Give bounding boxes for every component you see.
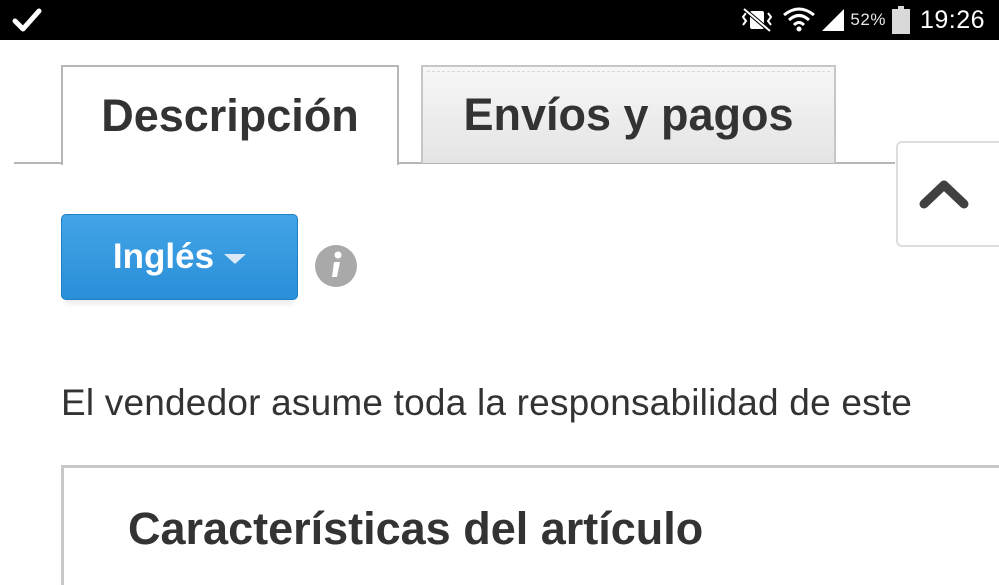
battery-icon bbox=[891, 6, 910, 34]
chevron-up-icon bbox=[919, 180, 969, 209]
seller-responsibility-text: El vendedor asume toda la responsabilida… bbox=[61, 382, 913, 423]
info-icon[interactable] bbox=[313, 243, 359, 289]
battery-percent: 52% bbox=[850, 10, 886, 29]
clock: 19:26 bbox=[919, 5, 985, 34]
tab-label: Descripción bbox=[101, 90, 359, 141]
section-title: Características del artículo bbox=[128, 503, 704, 554]
back-to-top-button[interactable] bbox=[896, 141, 999, 247]
tab-label: Envíos y pagos bbox=[463, 89, 794, 140]
language-label: Inglés bbox=[112, 237, 215, 276]
checkmark-icon bbox=[12, 8, 42, 32]
vibrate-mute-icon bbox=[742, 7, 773, 33]
signal-icon bbox=[822, 9, 845, 31]
status-bar: 52% 19:26 bbox=[0, 0, 999, 40]
tab-envios-y-pagos[interactable]: Envíos y pagos bbox=[421, 65, 836, 163]
language-dropdown-button[interactable]: Inglés bbox=[61, 214, 298, 300]
caret-down-icon bbox=[224, 254, 247, 264]
tab-descripcion[interactable]: Descripción bbox=[61, 65, 399, 165]
wifi-icon bbox=[783, 7, 816, 32]
